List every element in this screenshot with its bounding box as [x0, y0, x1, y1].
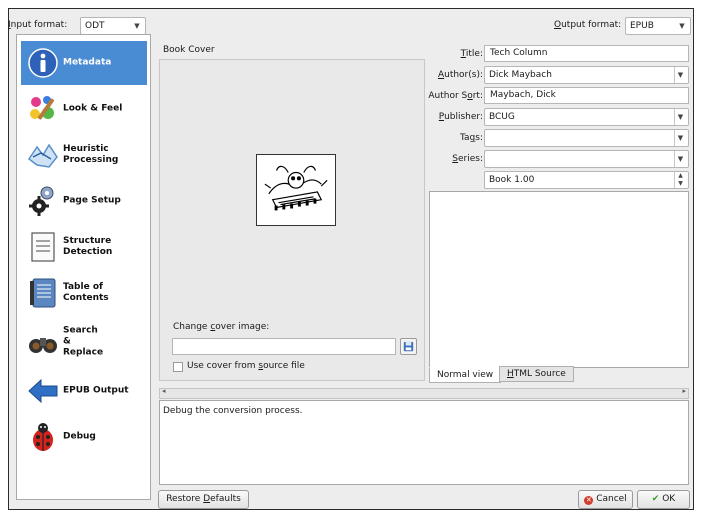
- chevron-down-icon: ▼: [674, 67, 686, 83]
- ok-label: OK: [662, 494, 676, 504]
- paint-icon: [30, 96, 55, 120]
- check-icon: ✔: [651, 494, 660, 504]
- sidebar-item-label: Table of Contents: [63, 282, 109, 303]
- sidebar-item-label: Structure Detection: [63, 236, 113, 257]
- spin-arrows-icon[interactable]: ▲ ▼: [674, 172, 686, 188]
- title-value: Tech Column: [490, 48, 548, 58]
- sidebar-item-label: Search & Replace: [63, 325, 104, 358]
- input-format-label: Input format:: [8, 20, 68, 30]
- input-format-value: ODT: [85, 21, 105, 31]
- tab-html-source[interactable]: HTML Source: [499, 366, 574, 382]
- sidebar-item-debug[interactable]: Debug: [21, 415, 147, 459]
- convert-dialog: Input format: ODT ▼ Output format: EPUB …: [8, 8, 694, 510]
- title-label: Title:: [460, 49, 483, 59]
- help-text: Debug the conversion process.: [163, 406, 303, 416]
- cover-path-input[interactable]: [172, 338, 396, 355]
- sidebar-item-label: Metadata: [63, 57, 112, 68]
- authors-value: Dick Maybach: [489, 70, 552, 80]
- output-format-value: EPUB: [630, 21, 654, 31]
- sidebar-item-search-replace[interactable]: Search & Replace: [21, 317, 147, 367]
- help-panel: Debug the conversion process.: [159, 400, 689, 485]
- ladybug-icon: [33, 423, 53, 451]
- series-index-spinbox[interactable]: Book 1.00 ▲ ▼: [484, 171, 689, 189]
- sidebar: Metadata Look & Feel Heuristic Processin…: [16, 34, 151, 500]
- sidebar-item-look-feel[interactable]: Look & Feel: [21, 87, 147, 131]
- authors-combo[interactable]: Dick Maybach ▼: [484, 66, 689, 84]
- sidebar-item-structure-detection[interactable]: Structure Detection: [21, 225, 147, 269]
- cancel-label: Cancel: [596, 494, 627, 504]
- output-format-label: Output format:: [554, 20, 622, 30]
- publisher-value: BCUG: [489, 112, 515, 122]
- toc-book-icon: [30, 278, 56, 308]
- restore-defaults-button[interactable]: Restore Defaults: [158, 490, 249, 509]
- use-source-cover-checkbox[interactable]: [173, 362, 183, 372]
- book-cover-title: Book Cover: [163, 45, 215, 55]
- sidebar-item-label: Look & Feel: [63, 103, 123, 114]
- title-input[interactable]: Tech Column: [484, 45, 689, 62]
- tags-label: Tags:: [460, 133, 483, 143]
- chevron-down-icon: ▼: [679, 22, 685, 30]
- comments-editor[interactable]: [429, 191, 689, 368]
- ok-button[interactable]: ✔ OK: [637, 490, 690, 509]
- sidebar-item-epub-output[interactable]: EPUB Output: [21, 369, 147, 413]
- chevron-down-icon: ▼: [674, 130, 686, 146]
- arrow-left-icon: [28, 378, 58, 404]
- document-icon: [31, 232, 55, 262]
- cover-image: [256, 154, 336, 226]
- use-source-cover-label: Use cover from source file: [187, 361, 305, 371]
- output-format-select[interactable]: EPUB ▼: [625, 17, 691, 35]
- publisher-label: Publisher:: [438, 112, 483, 122]
- sidebar-item-label: Page Setup: [63, 195, 121, 206]
- series-label: Series:: [452, 154, 483, 164]
- cancel-icon: ✕: [584, 496, 594, 505]
- author-sort-value: Maybach, Dick: [490, 90, 556, 100]
- change-cover-label: Change cover image:: [173, 322, 270, 332]
- sidebar-item-label: Heuristic Processing: [63, 144, 119, 165]
- sidebar-item-label: EPUB Output: [63, 385, 129, 396]
- horizontal-scrollbar[interactable]: ◂ ▸: [159, 387, 689, 399]
- tab-label: HTML Source: [507, 369, 566, 379]
- input-format-select[interactable]: ODT ▼: [80, 17, 146, 35]
- series-combo[interactable]: ▼: [484, 150, 689, 168]
- binoculars-icon: [29, 338, 57, 353]
- author-sort-label: Author Sort:: [428, 91, 483, 101]
- series-index-value: Book 1.00: [489, 175, 535, 185]
- chevron-down-icon: ▼: [674, 109, 686, 125]
- sidebar-item-table-of-contents[interactable]: Table of Contents: [21, 271, 147, 315]
- gears-icon: [29, 186, 54, 216]
- sidebar-item-heuristic-processing[interactable]: Heuristic Processing: [21, 133, 147, 177]
- cancel-button[interactable]: ✕ Cancel: [578, 490, 633, 509]
- sidebar-item-page-setup[interactable]: Page Setup: [21, 179, 147, 223]
- chevron-down-icon: ▼: [674, 151, 686, 167]
- publisher-combo[interactable]: BCUG ▼: [484, 108, 689, 126]
- scroll-right-icon[interactable]: ▸: [682, 387, 686, 395]
- save-disk-icon: [403, 341, 414, 352]
- authors-label: Author(s):: [437, 70, 483, 80]
- browse-cover-button[interactable]: [400, 338, 417, 355]
- sidebar-item-metadata[interactable]: Metadata: [21, 41, 147, 85]
- scroll-left-icon[interactable]: ◂: [162, 387, 166, 395]
- chevron-down-icon: ▼: [134, 22, 140, 30]
- heuristic-icon: [27, 143, 58, 168]
- info-icon: [28, 48, 58, 78]
- sidebar-item-label: Debug: [63, 431, 96, 442]
- cover-artwork: [264, 165, 328, 211]
- tags-combo[interactable]: ▼: [484, 129, 689, 147]
- author-sort-input[interactable]: Maybach, Dick: [484, 87, 689, 104]
- tab-normal-view[interactable]: Normal view: [429, 367, 502, 383]
- restore-defaults-label: Restore Defaults: [166, 494, 241, 504]
- tab-label: Normal view: [437, 370, 494, 380]
